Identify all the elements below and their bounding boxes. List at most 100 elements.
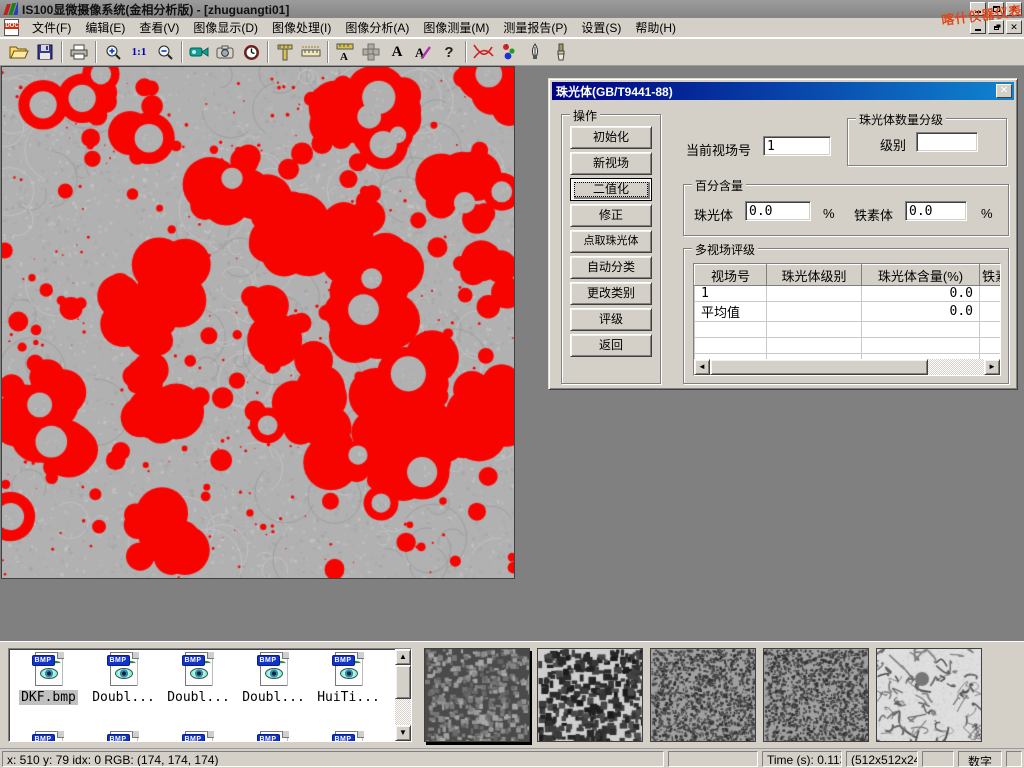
bmp-file-icon: BMP [332,652,366,688]
col-pearlite-content: 珠光体含量(%) [862,265,980,286]
pick-pearlite-button[interactable]: 点取珠光体 [570,230,652,253]
file-name[interactable]: Doubl... [165,690,232,705]
curve-tool-icon[interactable] [470,40,496,64]
annotate-icon[interactable]: A [410,40,436,64]
level-label: 级别 [880,135,906,154]
table-row[interactable] [695,322,1002,338]
zoom-out-icon[interactable] [152,40,178,64]
bmp-file-icon: BMP [257,652,291,688]
level-input[interactable] [916,132,978,152]
measure-text-icon[interactable]: A [332,40,358,64]
menu-view[interactable]: 查看(V) [132,17,186,38]
bmp-file-icon: BMP [332,731,366,742]
auto-classify-button[interactable]: 自动分类 [570,256,652,279]
caliper-icon[interactable] [272,40,298,64]
grid-icon[interactable] [358,40,384,64]
open-icon[interactable] [6,40,32,64]
menu-image-measure[interactable]: 图像测量(M) [416,17,496,38]
current-field-input[interactable] [763,136,831,156]
dialog-close-icon[interactable]: ✕ [996,84,1012,98]
menu-settings[interactable]: 设置(S) [574,17,628,38]
menu-measure-report[interactable]: 测量报告(P) [496,17,574,38]
dialog-title-bar[interactable]: 珠光体(GB/T9441-88) ✕ [552,82,1014,100]
capture-icon[interactable] [212,40,238,64]
ruler-icon[interactable] [298,40,324,64]
scroll-left-icon[interactable]: ◄ [694,359,710,375]
text-icon[interactable]: A [384,40,410,64]
pen-icon[interactable] [522,40,548,64]
color-dots-icon[interactable] [496,40,522,64]
scroll-up-icon[interactable]: ▲ [395,649,411,665]
scroll-right-icon[interactable]: ► [984,359,1000,375]
menu-image-display[interactable]: 图像显示(D) [186,17,265,38]
status-mode: 数字 [958,751,1002,767]
return-button[interactable]: 返回 [570,334,652,357]
file-name[interactable]: DKF.bmp [19,690,78,705]
menu-file[interactable]: 文件(F) [25,17,78,38]
new-field-button[interactable]: 新视场 [570,152,652,175]
col-ferrite-content: 铁素体含量(%) [980,265,1002,286]
app-icon [2,2,18,16]
document-icon: DOC [4,19,19,36]
brush-icon[interactable] [548,40,574,64]
file-item[interactable]: BMP Doubl... [161,652,236,705]
video-camera-icon[interactable] [186,40,212,64]
pearlite-input[interactable] [745,201,811,221]
init-button[interactable]: 初始化 [570,126,652,149]
menu-help[interactable]: 帮助(H) [628,17,683,38]
scrollbar-thumb[interactable] [395,665,411,699]
metallographic-image[interactable] [1,66,515,579]
zoom-in-icon[interactable] [100,40,126,64]
menu-image-process[interactable]: 图像处理(I) [265,17,338,38]
save-icon[interactable] [32,40,58,64]
file-item[interactable]: BMP Doubl... [236,652,311,705]
cell [767,302,862,322]
file-name[interactable]: Doubl... [90,690,157,705]
bmp-file-icon: BMP [107,652,141,688]
file-name[interactable]: HuiTi... [315,690,382,705]
change-class-button[interactable]: 更改类别 [570,282,652,305]
file-item[interactable]: BMP [11,731,86,742]
help-icon[interactable]: ? [436,40,462,64]
file-item[interactable]: BMP Doubl... [86,652,161,705]
table-hscrollbar[interactable]: ◄ ► [694,359,1000,375]
toolbar-separator [181,41,183,63]
rate-button[interactable]: 评级 [570,308,652,331]
file-item[interactable]: BMP [311,731,386,742]
file-item[interactable]: BMP [236,731,311,742]
pearlite-label: 珠光体 [694,205,733,224]
menu-image-analysis[interactable]: 图像分析(A) [338,17,416,38]
table-row[interactable] [695,338,1002,354]
file-item[interactable]: BMP HuiTi... [311,652,386,705]
scrollbar-thumb[interactable] [710,359,928,375]
menu-edit[interactable]: 编辑(E) [78,17,132,38]
cell [980,286,1002,302]
bmp-file-icon: BMP [32,652,66,688]
bmp-file-icon: BMP [182,731,216,742]
binarize-button[interactable]: 二值化 [570,178,652,201]
bottom-panel: BMP DKF.bmp BMP Doubl... BMP Doubl... BM… [0,641,1024,748]
mdi-close-button[interactable]: ✕ [1006,20,1022,34]
status-image-size: (512x512x24) [846,751,918,767]
clock-icon[interactable] [238,40,264,64]
file-item[interactable]: BMP [161,731,236,742]
file-vscrollbar[interactable]: ▲ ▼ [395,649,411,741]
thumbnail-1[interactable] [424,648,530,742]
col-pearlite-level: 珠光体级别 [767,265,862,286]
table-row[interactable]: 平均值 0.0 [695,302,1002,322]
thumbnail-4[interactable] [763,648,869,742]
thumbnail-2[interactable] [537,648,643,742]
ferrite-unit: % [981,206,993,221]
thumbnail-5[interactable] [876,648,982,742]
ferrite-input[interactable] [905,201,967,221]
print-icon[interactable] [66,40,92,64]
cell: 1 [695,286,767,302]
file-item[interactable]: BMP [86,731,161,742]
thumbnail-3[interactable] [650,648,756,742]
file-item[interactable]: BMP DKF.bmp [11,652,86,705]
scroll-down-icon[interactable]: ▼ [395,725,411,741]
correct-button[interactable]: 修正 [570,204,652,227]
file-name[interactable]: Doubl... [240,690,307,705]
actual-size-icon[interactable]: 1:1 [126,40,152,64]
table-row[interactable]: 1 0.0 [695,286,1002,302]
